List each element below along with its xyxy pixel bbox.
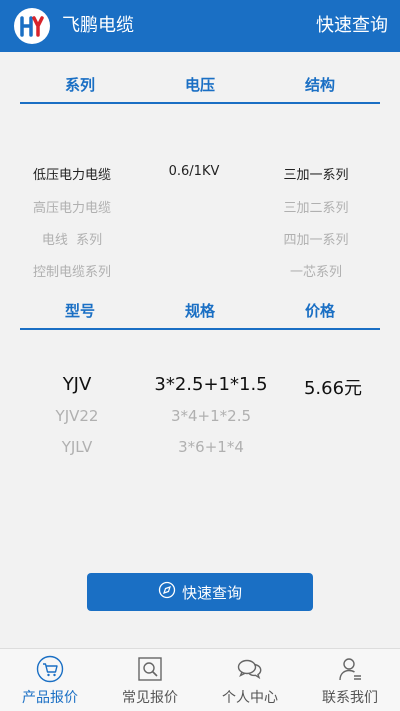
quick-query-button[interactable]: 快速查询 xyxy=(87,573,313,611)
price-value: 5.66元 xyxy=(303,378,363,399)
tab-label: 常见报价 xyxy=(122,690,178,706)
tab-common-quote[interactable]: 常见报价 xyxy=(100,649,200,711)
picker-voltage-item[interactable]: 0.6/1KV xyxy=(129,164,259,179)
divider xyxy=(20,102,380,104)
header-spec: 规格 xyxy=(184,302,215,320)
picker-series-item[interactable]: 低压电力电缆 xyxy=(7,164,137,183)
app-title: 飞鹏电缆 xyxy=(62,15,134,36)
tab-label: 产品报价 xyxy=(22,690,78,706)
divider xyxy=(20,328,380,330)
quick-query-link[interactable]: 快速查询 xyxy=(316,14,388,38)
tab-label: 联系我们 xyxy=(322,690,378,706)
header-series: 系列 xyxy=(64,76,95,94)
search-doc-icon xyxy=(136,655,164,683)
picker-series-item[interactable]: 控制电缆系列 xyxy=(7,261,137,280)
header-price: 价格 xyxy=(304,302,335,320)
picker-spec-item[interactable]: 3*6+1*4 xyxy=(146,438,276,456)
header-voltage: 电压 xyxy=(184,76,215,94)
picker-model-item[interactable]: YJV xyxy=(12,374,142,395)
bottom-tab-bar: 产品报价 常见报价 个人中心 联系我们 xyxy=(0,648,400,711)
logo xyxy=(14,8,50,44)
tab-product-quote[interactable]: 产品报价 xyxy=(0,649,100,711)
tab-label: 个人中心 xyxy=(222,690,278,706)
tab-contact-us[interactable]: 联系我们 xyxy=(300,649,400,711)
picker-structure-item[interactable]: 四加一系列 xyxy=(251,229,381,248)
picker-series-item[interactable]: 电线 系列 xyxy=(7,229,137,248)
picker-model-item[interactable]: YJV22 xyxy=(12,407,142,425)
picker-spec-item[interactable]: 3*4+1*2.5 xyxy=(146,407,276,425)
app-header: 飞鹏电缆 快速查询 xyxy=(0,0,400,52)
compass-icon xyxy=(158,581,176,603)
quick-query-label: 快速查询 xyxy=(181,583,242,602)
picker-spec-item[interactable]: 3*2.5+1*1.5 xyxy=(146,374,276,395)
header-structure: 结构 xyxy=(304,76,335,94)
picker-structure-item[interactable]: 三加二系列 xyxy=(251,197,381,216)
chat-bubble-icon xyxy=(236,655,264,683)
cart-icon xyxy=(36,655,64,683)
picker-structure-item[interactable]: 一芯系列 xyxy=(251,261,381,280)
header-model: 型号 xyxy=(64,302,95,320)
picker-series-item[interactable]: 高压电力电缆 xyxy=(7,197,137,216)
contact-user-icon xyxy=(336,655,364,683)
picker-model-item[interactable]: YJLV xyxy=(12,438,142,456)
tab-personal-center[interactable]: 个人中心 xyxy=(200,649,300,711)
picker-structure-item[interactable]: 三加一系列 xyxy=(251,164,381,183)
